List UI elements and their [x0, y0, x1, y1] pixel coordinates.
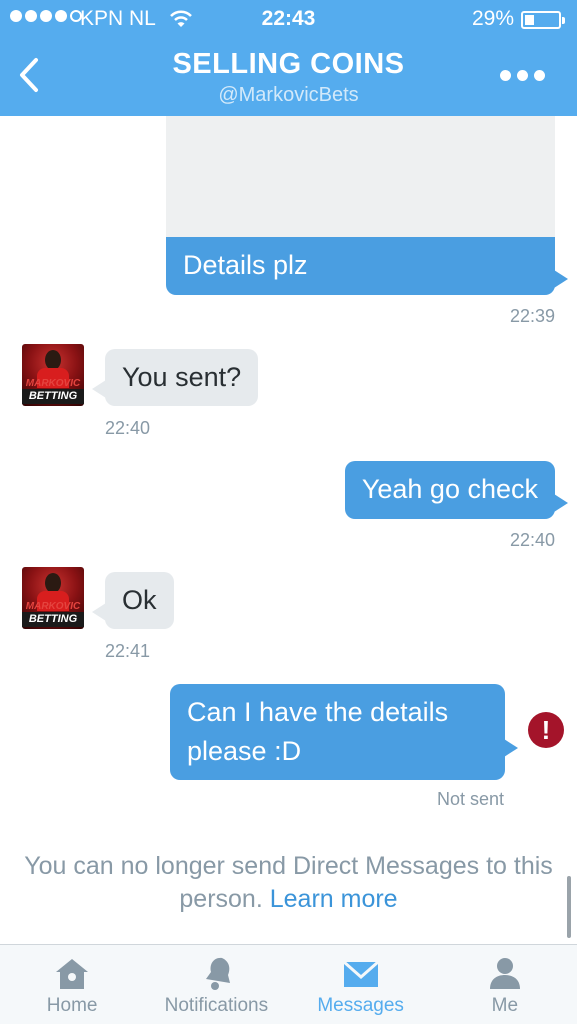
conversation-title: SELLING COINS: [172, 48, 405, 80]
message-bubble-outgoing[interactable]: Yeah go check: [344, 461, 555, 519]
top-bar: KPN NL 22:43 29% SELLING COINS @Markovic…: [0, 0, 577, 116]
person-icon: [489, 958, 520, 989]
message-bubble-outgoing[interactable]: Details plz: [166, 237, 555, 295]
more-options-icon[interactable]: [500, 70, 545, 81]
tab-label: Me: [491, 995, 519, 1016]
status-bar: KPN NL 22:43 29%: [0, 0, 577, 40]
avatar-text: MARKOVIC: [25, 601, 81, 612]
battery-percentage: 29%: [471, 7, 514, 30]
tab-home[interactable]: Home: [0, 945, 144, 1024]
message-bubble-incoming[interactable]: Ok: [105, 572, 174, 629]
message-text: Ok: [122, 585, 157, 615]
tab-label: Messages: [317, 995, 404, 1016]
message-text: Yeah go check: [361, 474, 538, 504]
message-text: Details plz: [183, 250, 308, 280]
message-timestamp: 22:41: [105, 641, 151, 661]
avatar[interactable]: MARKOVIC BETTING: [22, 344, 84, 406]
avatar-text: BETTING: [22, 612, 84, 627]
tab-messages[interactable]: Messages: [289, 945, 433, 1024]
learn-more-link[interactable]: Learn more: [270, 885, 398, 913]
tab-me[interactable]: Me: [433, 945, 577, 1024]
tab-label: Notifications: [164, 995, 269, 1016]
message-bubble-outgoing[interactable]: Can I have the details please :D: [170, 684, 505, 780]
tab-notifications[interactable]: Notifications: [144, 945, 288, 1024]
avatar-text: BETTING: [22, 389, 84, 404]
avatar-text: MARKOVIC: [25, 378, 81, 389]
avatar[interactable]: MARKOVIC BETTING: [22, 567, 84, 629]
error-icon[interactable]: !: [528, 712, 564, 748]
message-timestamp: 22:39: [509, 306, 555, 326]
dm-disabled-notice: You can no longer send Direct Messages t…: [10, 850, 567, 916]
conversation-handle: @MarkovicBets: [218, 84, 359, 106]
battery-icon: [521, 11, 565, 29]
message-timestamp: 22:40: [105, 418, 151, 438]
message-text: Can I have the details please :D: [187, 697, 449, 766]
scrollbar[interactable]: [567, 876, 571, 938]
message-thread: Details plz 22:39 MARKOVIC BETTING You s…: [0, 116, 577, 944]
message-status: Not sent: [436, 789, 504, 809]
home-icon: [56, 959, 89, 989]
message-text: You sent?: [122, 362, 242, 392]
envelope-icon: [342, 960, 379, 987]
tab-bar: Home Notifications Messages Me: [0, 944, 577, 1024]
tab-label: Home: [46, 995, 98, 1016]
bell-icon: [206, 957, 231, 990]
message-timestamp: 22:40: [509, 530, 555, 550]
battery-level: [525, 15, 534, 25]
media-attachment[interactable]: [166, 116, 555, 240]
message-bubble-incoming[interactable]: You sent?: [105, 349, 259, 406]
